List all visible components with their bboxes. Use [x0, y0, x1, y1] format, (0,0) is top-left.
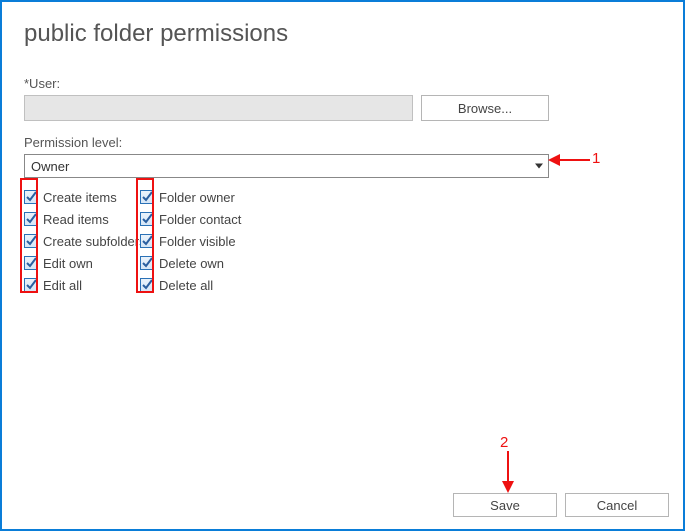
checkbox-create-items[interactable] — [24, 190, 38, 204]
checkbox-create-subfolders[interactable] — [24, 234, 38, 248]
annotation-label-1: 1 — [592, 150, 600, 167]
annotation-label-2: 2 — [500, 434, 508, 451]
checkbox-edit-all[interactable] — [24, 278, 38, 292]
perm-edit-all[interactable]: Edit all — [24, 274, 140, 296]
checkbox-delete-all[interactable] — [140, 278, 154, 292]
dialog-footer: Save Cancel — [453, 493, 669, 517]
perm-folder-visible[interactable]: Folder visible — [140, 230, 340, 252]
permission-level-select[interactable]: Owner — [24, 154, 549, 178]
browse-button[interactable]: Browse... — [421, 95, 549, 121]
save-button[interactable]: Save — [453, 493, 557, 517]
permissions-grid: Create items Read items Create subfolder… — [24, 186, 669, 296]
checkbox-read-items[interactable] — [24, 212, 38, 226]
cancel-button[interactable]: Cancel — [565, 493, 669, 517]
perm-label: Delete own — [159, 256, 224, 271]
user-label: *User: — [24, 76, 669, 91]
perm-create-subfolders[interactable]: Create subfolders — [24, 230, 140, 252]
perm-folder-contact[interactable]: Folder contact — [140, 208, 340, 230]
perm-delete-own[interactable]: Delete own — [140, 252, 340, 274]
checkbox-folder-owner[interactable] — [140, 190, 154, 204]
permissions-col-1: Create items Read items Create subfolder… — [24, 186, 140, 296]
perm-label: Delete all — [159, 278, 213, 293]
dialog-window: public folder permissions *User: Browse.… — [0, 0, 685, 531]
checkbox-folder-visible[interactable] — [140, 234, 154, 248]
perm-folder-owner[interactable]: Folder owner — [140, 186, 340, 208]
permissions-col-2: Folder owner Folder contact Folder visib… — [140, 186, 340, 296]
perm-label: Edit own — [43, 256, 93, 271]
checkbox-delete-own[interactable] — [140, 256, 154, 270]
page-title: public folder permissions — [24, 20, 669, 48]
permission-level-label: Permission level: — [24, 135, 669, 150]
perm-create-items[interactable]: Create items — [24, 186, 140, 208]
perm-delete-all[interactable]: Delete all — [140, 274, 340, 296]
user-row: Browse... — [24, 95, 549, 121]
perm-read-items[interactable]: Read items — [24, 208, 140, 230]
checkbox-folder-contact[interactable] — [140, 212, 154, 226]
annotation-arrow-2 — [498, 449, 518, 496]
perm-label: Read items — [43, 212, 109, 227]
checkbox-edit-own[interactable] — [24, 256, 38, 270]
permission-select-wrap: Owner — [24, 154, 549, 178]
perm-label: Create subfolders — [43, 234, 146, 249]
perm-label: Folder contact — [159, 212, 241, 227]
perm-label: Edit all — [43, 278, 82, 293]
perm-label: Folder owner — [159, 190, 235, 205]
annotation-arrow-1 — [548, 150, 592, 173]
perm-label: Create items — [43, 190, 117, 205]
perm-label: Folder visible — [159, 234, 236, 249]
perm-edit-own[interactable]: Edit own — [24, 252, 140, 274]
user-input[interactable] — [24, 95, 413, 121]
